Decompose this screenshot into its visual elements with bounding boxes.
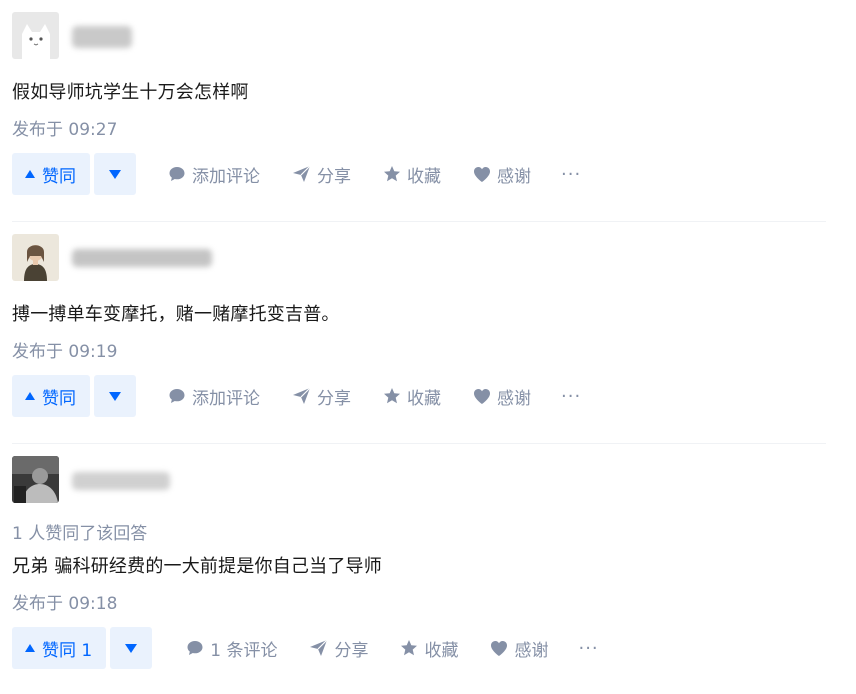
upvote-arrow-icon [25, 170, 35, 178]
collect-button[interactable]: 收藏 [383, 384, 441, 409]
heart-icon [474, 388, 490, 404]
publish-time[interactable]: 发布于 09:19 [12, 337, 117, 362]
avatar[interactable] [12, 456, 59, 503]
publish-time[interactable]: 发布于 09:27 [12, 115, 117, 140]
comment-icon [187, 641, 203, 655]
comment-label: 添加评论 [192, 388, 260, 409]
collect-button[interactable]: 收藏 [400, 636, 458, 661]
thanks-label: 感谢 [514, 640, 549, 661]
answer-content: 假如导师坑学生十万会怎样啊 [12, 82, 249, 103]
avatar[interactable] [12, 234, 59, 281]
collect-label: 收藏 [407, 166, 441, 187]
answer-item: 假如导师坑学生十万会怎样啊 发布于 09:27 赞同 添加评论 分享 收藏 感谢… [0, 0, 856, 222]
downvote-button[interactable] [110, 627, 153, 669]
share-icon [293, 387, 311, 404]
share-button[interactable]: 分享 [292, 162, 351, 187]
thanks-button[interactable]: 感谢 [473, 162, 531, 187]
star-icon [384, 388, 400, 404]
comment-icon [169, 389, 185, 403]
more-button[interactable]: ··· [578, 638, 598, 659]
comment-button[interactable]: 1 条评论 [186, 636, 277, 661]
upvoted-by-text: 1 人赞同了该回答 [12, 524, 148, 544]
more-button[interactable]: ··· [561, 386, 581, 407]
thanks-button[interactable]: 感谢 [490, 636, 548, 661]
share-button[interactable]: 分享 [309, 636, 368, 661]
downvote-button[interactable] [94, 153, 136, 195]
heart-icon [474, 166, 490, 182]
thanks-label: 感谢 [497, 166, 531, 187]
author-name[interactable] [72, 26, 132, 48]
answer-content: 搏一搏单车变摩托，赌一赌摩托变吉普。 [12, 304, 340, 325]
upvote-label: 赞同 [42, 388, 76, 409]
heart-icon [491, 640, 508, 656]
collect-button[interactable]: 收藏 [383, 162, 441, 187]
collect-label: 收藏 [424, 640, 459, 661]
avatar-cat-icon [12, 12, 59, 59]
collect-label: 收藏 [407, 388, 441, 409]
action-bar: 赞同 添加评论 分享 收藏 感谢 ··· [12, 375, 581, 417]
avatar-person-icon [12, 234, 59, 281]
action-bar: 赞同 添加评论 分享 收藏 感谢 ··· [12, 153, 581, 195]
publish-time[interactable]: 发布于 09:18 [12, 589, 117, 614]
comment-label: 1 条评论 [210, 640, 278, 661]
upvote-arrow-icon [25, 644, 35, 652]
more-button[interactable]: ··· [561, 164, 581, 185]
share-icon [310, 639, 328, 656]
upvote-button[interactable]: 赞同 [12, 375, 90, 417]
share-button[interactable]: 分享 [292, 384, 351, 409]
star-icon [384, 166, 400, 182]
share-label: 分享 [317, 166, 351, 187]
upvote-label: 赞同 1 [42, 640, 93, 661]
downvote-button[interactable] [94, 375, 136, 417]
comment-button[interactable]: 添加评论 [168, 162, 260, 187]
downvote-arrow-icon [109, 169, 121, 179]
author-name[interactable] [72, 249, 212, 267]
downvote-arrow-icon [125, 643, 138, 653]
share-label: 分享 [317, 388, 351, 409]
avatar-bw-photo-icon [12, 456, 59, 503]
upvote-label: 赞同 [42, 166, 76, 187]
author-name[interactable] [72, 472, 170, 490]
downvote-arrow-icon [109, 391, 121, 401]
comment-icon [169, 167, 185, 181]
share-icon [293, 165, 311, 182]
comment-label: 添加评论 [192, 166, 260, 187]
star-icon [401, 640, 418, 656]
answer-content: 兄弟 骗科研经费的一大前提是你自己当了导师 [12, 556, 382, 577]
thanks-button[interactable]: 感谢 [473, 384, 531, 409]
answer-item: 搏一搏单车变摩托，赌一赌摩托变吉普。 发布于 09:19 赞同 添加评论 分享 [0, 222, 856, 444]
thanks-label: 感谢 [497, 388, 531, 409]
avatar[interactable] [12, 12, 59, 59]
comment-button[interactable]: 添加评论 [168, 384, 260, 409]
upvote-arrow-icon [25, 392, 35, 400]
share-label: 分享 [334, 640, 369, 661]
upvote-button[interactable]: 赞同 [12, 153, 90, 195]
action-bar: 赞同 1 1 条评论 分享 收藏 感谢 ··· [12, 627, 599, 669]
upvote-button[interactable]: 赞同 1 [12, 627, 107, 669]
answer-item: 1 人赞同了该回答 兄弟 骗科研经费的一大前提是你自己当了导师 发布于 09:1… [0, 444, 856, 694]
